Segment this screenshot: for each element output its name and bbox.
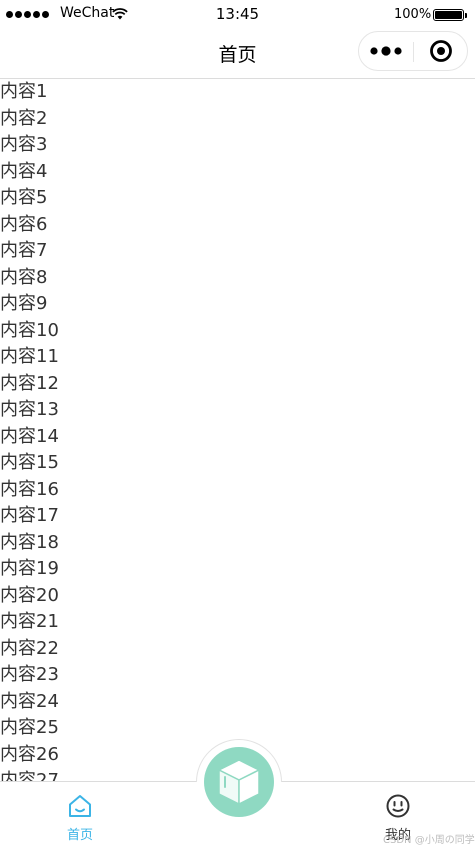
list-item: 内容5 [0,187,48,208]
status-bar: WeChat 13:45 100% [0,0,475,30]
more-button[interactable] [359,32,413,70]
list-item: 内容7 [0,240,48,261]
content-list[interactable]: 内容1 内容2 内容3 内容4 内容5 内容6 内容7 内容8 内容9 内容10 内容11 内容12 内… [0,79,475,782]
close-mini-program-button[interactable] [414,32,468,70]
list-item: 内容12 [0,372,59,394]
list-item: 内容11 [0,346,59,367]
mini-program-capsule [358,31,468,71]
list-item: 内容3 [0,134,48,155]
list-item: 内容10 [0,319,59,341]
list-item: 内容24 [0,690,59,712]
smiley-icon [386,794,410,818]
home-icon [69,795,91,817]
list-item: 内容22 [0,637,59,659]
more-dots-icon [370,46,402,56]
list-item: 内容23 [0,664,59,685]
tab-home-label: 首页 [66,828,93,843]
list-item: 内容2 [0,107,48,129]
list-item: 内容21 [0,611,59,632]
phone-screen: WeChat 13:45 100% 首页 内容1 内容2 内容3 内容4 内容5… [0,0,475,849]
watermark: CSDN @小周の同学 [383,835,475,846]
list-item: 内容25 [0,717,59,738]
list-item: 内容6 [0,213,48,235]
list-item: 内容9 [0,293,48,314]
battery-percentage: 100% [394,7,432,22]
tab-home[interactable]: 首页 [40,782,120,849]
list-item: 内容8 [0,266,48,288]
center-action-button[interactable] [204,747,274,817]
list-item: 内容17 [0,505,59,526]
list-item: 内容20 [0,584,59,606]
list-item: 内容4 [0,160,48,182]
list-item: 内容15 [0,452,59,473]
list-item: 内容19 [0,558,59,579]
target-close-icon [430,40,452,62]
list-item: 内容1 [0,81,48,102]
list-item: 内容18 [0,531,59,553]
list-item: 内容16 [0,478,59,500]
list-item: 内容13 [0,399,59,420]
navigation-bar: 首页 [0,30,475,79]
battery-icon [433,9,464,21]
cube-icon [218,759,260,805]
battery-fill [435,11,462,19]
battery-cap [465,13,467,18]
list-item: 内容14 [0,425,59,447]
